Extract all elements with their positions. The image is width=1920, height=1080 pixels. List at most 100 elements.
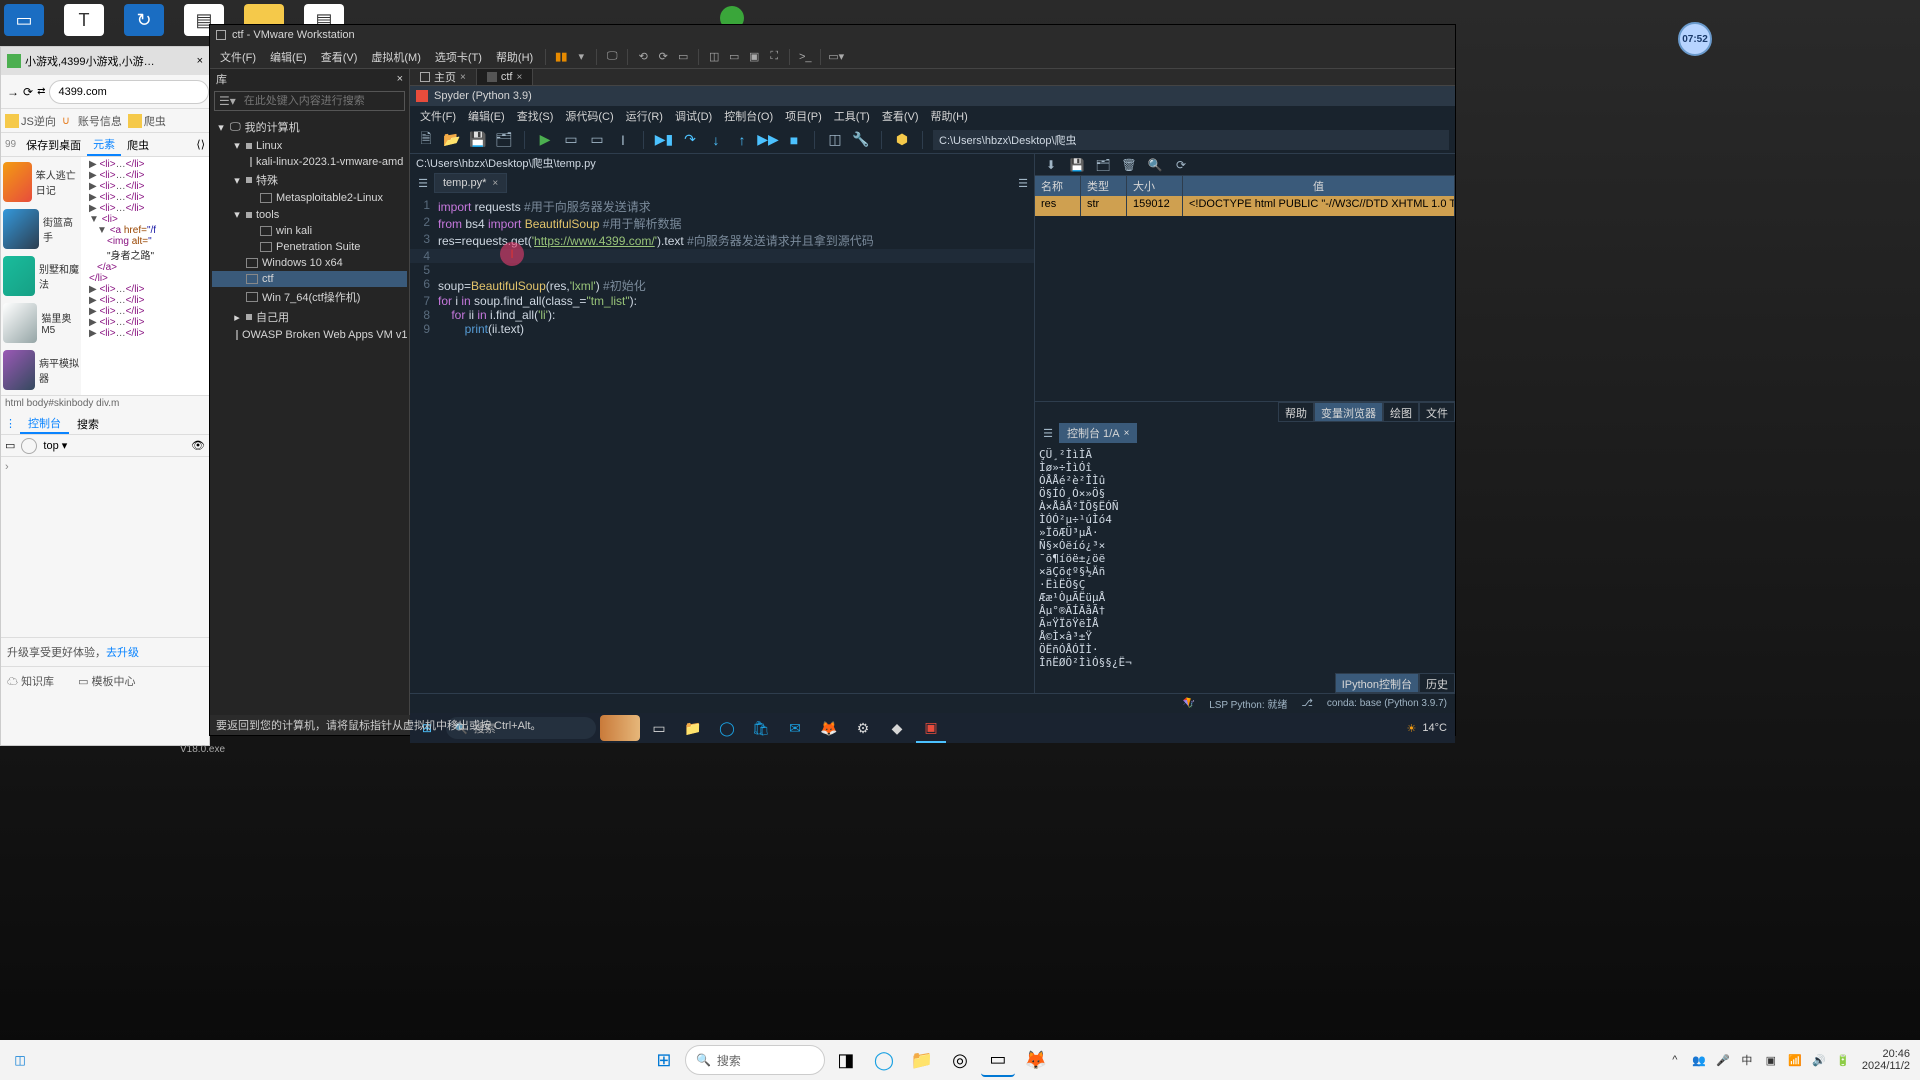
vm-snapshot2-icon[interactable]: ⟳ <box>654 48 672 66</box>
run-icon[interactable]: ▶ <box>535 130 555 150</box>
guest-firefox-icon[interactable]: 🦊 <box>814 713 844 743</box>
sp-menu-project[interactable]: 项目(P) <box>779 108 828 124</box>
console-output[interactable]: ÇÜ¸²ÌìÌÃ Ìø»÷ÌìÓî ÓÅÅé²è²ÎÌû Ö§ÍÓ¸Ó×»Ö§ … <box>1035 444 1455 673</box>
tree-item[interactable]: ▸自己用 <box>212 307 407 327</box>
guest-mail-icon[interactable]: ✉ <box>780 713 810 743</box>
tab-close-icon[interactable]: × <box>460 72 466 83</box>
host-clock[interactable]: 20:46 2024/11/2 <box>1856 1048 1916 1072</box>
tab-close-icon[interactable]: × <box>516 72 522 83</box>
console-menu-icon[interactable]: ☰ <box>1039 424 1057 442</box>
tree-item[interactable]: Win 7_64(ctf操作机) <box>212 287 407 307</box>
reload-button[interactable]: ⟳ <box>23 83 33 101</box>
footer-knowledge[interactable]: ☁ 知识库 <box>7 673 54 689</box>
vm-fit2-icon[interactable]: ▭ <box>725 48 743 66</box>
back-button[interactable]: → <box>7 83 19 101</box>
maximize-icon[interactable]: ◫ <box>825 130 845 150</box>
sp-menu-view[interactable]: 查看(V) <box>876 108 925 124</box>
host-search[interactable]: 🔍 搜索 <box>685 1045 825 1075</box>
vm-fit1-icon[interactable]: ◫ <box>705 48 723 66</box>
game-thumb[interactable]: 病平模拟器 <box>39 355 79 385</box>
sp-menu-debug[interactable]: 调试(D) <box>669 108 718 124</box>
sidebar-close-icon[interactable]: × <box>397 73 403 85</box>
tree-item[interactable]: Metasploitable2-Linux <box>212 190 407 206</box>
tree-item[interactable]: ▾Linux <box>212 137 407 154</box>
guest-store-icon[interactable]: 🛍 <box>746 713 776 743</box>
guest-settings-icon[interactable]: ⚙ <box>848 713 878 743</box>
vm-tab-ctf[interactable]: ctf × <box>477 69 533 85</box>
devtools-breadcrumb[interactable]: html body#skinbody div.m <box>1 395 209 413</box>
vm-unity-icon[interactable]: ▭▾ <box>827 48 845 66</box>
pythonpath-icon[interactable]: ⬢ <box>892 130 912 150</box>
tree-item[interactable]: ▾特殊 <box>212 170 407 190</box>
spyder-titlebar[interactable]: Spyder (Python 3.9) <box>410 86 1455 106</box>
tab-variable-explorer[interactable]: 变量浏览器 <box>1314 402 1383 422</box>
tray-battery-icon[interactable]: 🔋 <box>1832 1045 1854 1075</box>
tree-item[interactable]: win kali <box>212 223 407 239</box>
host-widgets-button[interactable]: ◫ <box>0 1040 40 1080</box>
vm-snapshot-icon[interactable]: ⟲ <box>634 48 652 66</box>
step-over-icon[interactable]: ↷ <box>680 130 700 150</box>
tree-item[interactable]: ▾tools <box>212 206 407 223</box>
tray-teams-icon[interactable]: 👥 <box>1688 1045 1710 1075</box>
devtools-tab-search[interactable]: 搜索 <box>69 413 107 434</box>
devtools-elements[interactable]: ▶ <li>…</li> ▶ <li>…</li> ▶ <li>…</li> ▶… <box>81 157 209 395</box>
site-info-icon[interactable]: ⇄ <box>37 83 45 101</box>
host-firefox-icon[interactable]: 🦊 <box>1019 1043 1053 1077</box>
sp-menu-console[interactable]: 控制台(O) <box>718 108 779 124</box>
step-in-icon[interactable]: ↓ <box>706 130 726 150</box>
vmware-titlebar[interactable]: ctf - VMware Workstation <box>210 25 1455 45</box>
host-chrome-icon[interactable]: ◎ <box>943 1043 977 1077</box>
run-cell-icon[interactable]: ▭ <box>561 130 581 150</box>
menu-help[interactable]: 帮助(H) <box>490 49 539 65</box>
clock-badge[interactable]: 07:52 <box>1678 22 1712 56</box>
preferences-icon[interactable]: 🔧 <box>851 130 871 150</box>
run-selection-icon[interactable]: I <box>613 130 633 150</box>
menu-view[interactable]: 查看(V) <box>315 49 364 65</box>
tray-app-icon[interactable]: ▣ <box>1760 1045 1782 1075</box>
var-save-icon[interactable]: 💾 <box>1069 157 1085 173</box>
console-context[interactable]: top ▾ <box>43 439 67 452</box>
vm-manage-icon[interactable]: ▭ <box>674 48 692 66</box>
sp-menu-source[interactable]: 源代码(C) <box>559 108 619 124</box>
guest-explorer-icon[interactable]: 📁 <box>678 713 708 743</box>
tree-root[interactable]: ▾🖵我的计算机 <box>212 117 407 137</box>
tray-wifi-icon[interactable]: 📶 <box>1784 1045 1806 1075</box>
tray-mic-icon[interactable]: 🎤 <box>1712 1045 1734 1075</box>
working-dir-input[interactable]: C:\Users\hbzx\Desktop\爬虫 <box>933 130 1449 150</box>
guest-spyder-icon[interactable]: ▣ <box>916 713 946 743</box>
tree-item[interactable]: Windows 10 x64 <box>212 255 407 271</box>
tray-volume-icon[interactable]: 🔊 <box>1808 1045 1830 1075</box>
sidebar-search[interactable]: ☰▾ <box>214 91 405 111</box>
tab-files[interactable]: 文件 <box>1419 402 1455 422</box>
devtools-tab-console[interactable]: 控制台 <box>20 413 69 434</box>
tree-item[interactable]: kali-linux-2023.1-vmware-amd <box>212 154 407 170</box>
desktop-icon-zip[interactable]: ↻ <box>124 4 164 36</box>
game-thumb[interactable]: 笨人逃亡日记 <box>36 167 79 197</box>
continue-icon[interactable]: ▶▶ <box>758 130 778 150</box>
console-eye-icon[interactable]: 👁 <box>191 439 205 452</box>
save-all-icon[interactable]: 🗂 <box>494 130 514 150</box>
bookmark-crawler[interactable]: 爬虫 <box>128 113 166 129</box>
vm-dropdown-icon[interactable]: ▾ <box>572 48 590 66</box>
tray-ime[interactable]: 中 <box>1736 1045 1758 1075</box>
guest-taskview-icon[interactable]: ▭ <box>644 713 674 743</box>
game-thumb[interactable]: 别墅和魔法 <box>39 261 79 291</box>
guest-app-icon[interactable]: ◆ <box>882 713 912 743</box>
menu-tabs[interactable]: 选项卡(T) <box>429 49 488 65</box>
bookmark-js[interactable]: JS逆向 <box>5 113 56 129</box>
guest-weather-icon[interactable]: ☀ <box>1407 722 1417 735</box>
tab-history[interactable]: 历史 <box>1419 673 1455 693</box>
new-file-icon[interactable]: 🗎 <box>416 130 436 150</box>
menu-vm[interactable]: 虚拟机(M) <box>365 49 427 65</box>
run-cell-next-icon[interactable]: ▭ <box>587 130 607 150</box>
desktop-icon-text[interactable]: T <box>64 4 104 36</box>
vm-tab-home[interactable]: 主页 × <box>410 69 477 85</box>
status-conda[interactable]: conda: base (Python 3.9.7) <box>1327 698 1447 709</box>
editor-options-icon[interactable]: ☰ <box>1018 177 1034 190</box>
tab-plot[interactable]: 绘图 <box>1383 402 1419 422</box>
host-taskview-icon[interactable]: ◨ <box>829 1043 863 1077</box>
status-kite-icon[interactable]: 🪁 <box>1183 698 1195 709</box>
console-tab-close-icon[interactable]: × <box>1124 428 1130 439</box>
sp-menu-file[interactable]: 文件(F) <box>414 108 462 124</box>
editor-tab-close-icon[interactable]: × <box>492 178 498 189</box>
